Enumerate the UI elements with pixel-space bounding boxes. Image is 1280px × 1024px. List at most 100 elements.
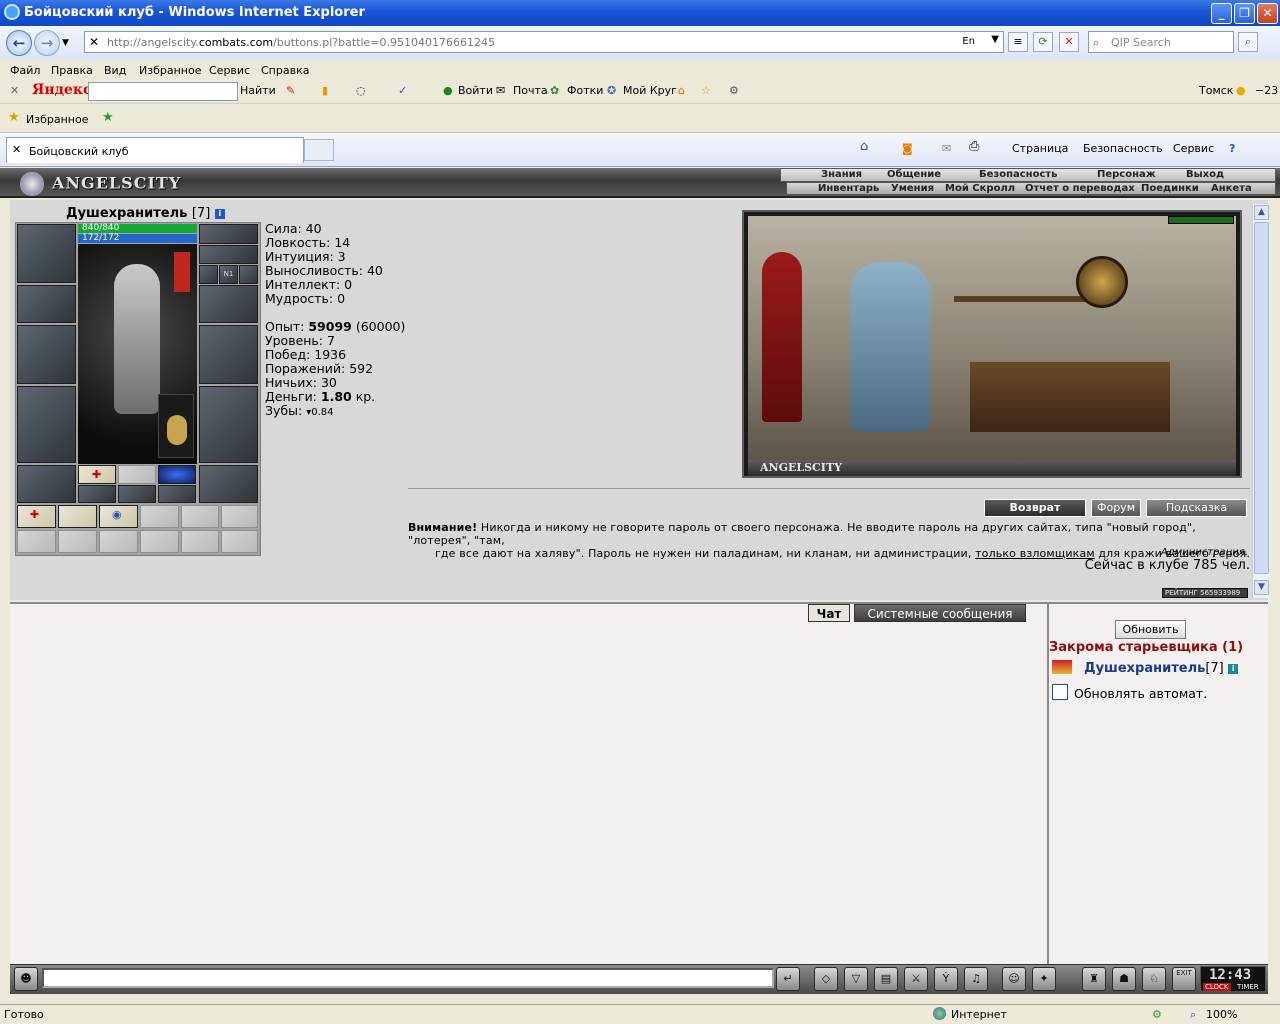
address-dropdown-icon[interactable]: ▼ [991, 34, 999, 45]
player-entry[interactable]: Душехранитель[7] i [1084, 661, 1239, 676]
yandex-photos[interactable]: Фотки [567, 84, 603, 97]
eraser-icon[interactable]: ◇ [814, 967, 838, 991]
spell-slot-1[interactable] [78, 485, 116, 503]
protected-mode-icon[interactable]: ⚙ [1152, 1008, 1162, 1021]
player-action-icon[interactable] [1052, 660, 1072, 674]
ring2-slot[interactable]: N1 [219, 265, 238, 284]
tools-menu[interactable]: Сервис [1173, 142, 1214, 155]
read-mail-icon[interactable]: ✉ [942, 142, 951, 155]
menu-character[interactable]: Персонаж [1097, 169, 1156, 180]
scroll-slot-12[interactable] [221, 530, 258, 553]
favorites-star-icon[interactable]: ★ [8, 110, 20, 125]
home-icon-2[interactable]: ⌂ [678, 84, 685, 97]
medkit-slot[interactable]: ✚ [78, 465, 116, 484]
address-bar[interactable]: ✕ http://angelscity.combats.com/buttons.… [84, 31, 1004, 53]
compat-view-icon[interactable]: ≡ [1008, 32, 1028, 52]
toolbar-close-icon[interactable]: ✕ [10, 84, 19, 97]
stop-icon[interactable]: ✕ [1059, 32, 1079, 52]
menu-knowledge[interactable]: Знания [821, 169, 862, 180]
send-message-icon[interactable]: ↵ [776, 967, 800, 991]
refresh-icon[interactable]: ⟳ [1033, 32, 1053, 52]
minimize-button[interactable]: _ [1211, 3, 1232, 24]
photos-icon[interactable]: ✿ [550, 84, 559, 97]
ring3-slot[interactable] [239, 265, 258, 284]
ring1-slot[interactable] [199, 265, 218, 284]
yandex-circle[interactable]: Мой Круг [623, 84, 677, 97]
back-game-button[interactable]: Возврат [984, 499, 1086, 517]
fighters-icon[interactable]: ⚔ [904, 967, 928, 991]
search-go-icon[interactable]: ⌕ [1238, 32, 1258, 52]
tab-fight-club[interactable]: ✕ Бойцовский клуб [6, 137, 304, 163]
armor-slot[interactable] [17, 386, 76, 463]
back-button[interactable]: ← [6, 30, 32, 56]
shield-slot[interactable] [199, 325, 258, 384]
close-button[interactable]: ✕ [1257, 3, 1278, 24]
scroll-thumb[interactable] [1254, 222, 1269, 574]
submenu-profile[interactable]: Анкета [1211, 183, 1252, 194]
scroll-slot-7[interactable] [17, 530, 56, 553]
smiley-icon[interactable]: ☺ [1002, 967, 1026, 991]
tab-chat[interactable]: Чат [808, 604, 850, 622]
location-scene[interactable]: ANGELSCITY [742, 210, 1242, 478]
menu-exit[interactable]: Выход [1186, 169, 1224, 180]
tab-system-messages[interactable]: Системные сообщения [854, 604, 1026, 622]
menu-tools[interactable]: Сервис [209, 64, 250, 77]
page-menu[interactable]: Страница [1012, 142, 1068, 155]
menu-favorites[interactable]: Избранное [139, 64, 201, 77]
star-add-icon[interactable]: ☆ [701, 84, 711, 97]
submenu-scroll[interactable]: Мой Скролл [945, 183, 1015, 194]
scroll-slot-1[interactable]: ✚ [17, 505, 56, 528]
spellcheck-icon[interactable]: ✓ [398, 84, 407, 97]
rune-slot-1[interactable] [118, 465, 156, 484]
favorites-button[interactable]: Избранное [26, 113, 88, 126]
weather-temp[interactable]: −23 [1255, 84, 1278, 97]
scroll-slot-11[interactable] [181, 530, 219, 553]
player-info-icon[interactable]: i [1228, 664, 1239, 674]
submenu-transfers[interactable]: Отчет о переводах [1025, 183, 1135, 194]
scroll-slot-5[interactable] [181, 505, 219, 528]
scroll-slot-9[interactable] [99, 530, 138, 553]
refresh-button[interactable]: Обновить [1115, 620, 1186, 639]
pet-icon[interactable]: ♘ [1142, 967, 1166, 991]
settings-gear-icon[interactable]: ⚙ [729, 84, 739, 97]
menu-edit[interactable]: Правка [51, 64, 93, 77]
yandex-search-input[interactable] [88, 82, 238, 101]
menu-security[interactable]: Безопасность [979, 169, 1058, 180]
scroll-slot-2[interactable] [58, 505, 97, 528]
submenu-inventory[interactable]: Инвентарь [818, 183, 879, 194]
menu-help[interactable]: Справка [261, 64, 309, 77]
bracers-slot[interactable] [17, 285, 76, 323]
rss-feed-icon[interactable]: ◙ [902, 142, 913, 155]
home-icon[interactable]: ⌂ [860, 139, 868, 154]
scroll-slot-3[interactable]: ◉ [99, 505, 138, 528]
scroll-slot-4[interactable] [140, 505, 179, 528]
chat-bubble-icon[interactable]: ◌ [356, 84, 366, 97]
auto-refresh-checkbox[interactable] [1052, 684, 1068, 700]
spell-slot-2[interactable] [118, 485, 156, 503]
chat-settings-icon[interactable]: ✦ [1032, 967, 1056, 991]
menu-view[interactable]: Вид [104, 64, 126, 77]
scroll-up-icon[interactable]: ▲ [1254, 205, 1269, 220]
log-icon[interactable]: ▤ [874, 967, 898, 991]
filter-icon[interactable]: ▽ [844, 967, 868, 991]
shopkeeper-figure[interactable] [850, 262, 930, 432]
gloves-slot[interactable] [199, 285, 258, 323]
marker-icon[interactable]: ✎ [286, 84, 295, 97]
boots-slot[interactable] [199, 465, 258, 503]
inventory-bag-icon[interactable]: ♜ [1082, 967, 1106, 991]
character-portrait[interactable] [78, 244, 197, 464]
scroll-slot-10[interactable] [140, 530, 179, 553]
mail-icon[interactable]: ✉ [496, 84, 505, 97]
info-icon[interactable]: i [214, 209, 225, 219]
circle-icon[interactable]: ✪ [607, 84, 616, 97]
legs-slot[interactable] [199, 386, 258, 463]
submenu-battles[interactable]: Поединки [1141, 183, 1199, 194]
game-scrollbar[interactable]: ▲ ▼ [1252, 204, 1269, 598]
yandex-mail[interactable]: Почта [513, 84, 548, 97]
help-icon[interactable]: ? [1229, 142, 1235, 155]
exit-icon[interactable]: EXIT [1172, 967, 1196, 991]
bars-icon[interactable]: ▮ [322, 84, 328, 97]
rating-counter[interactable]: РЕЙТИНГ 565933989 [1162, 588, 1248, 598]
menu-file[interactable]: Файл [10, 64, 40, 77]
hint-button[interactable]: Подсказка [1146, 499, 1247, 517]
